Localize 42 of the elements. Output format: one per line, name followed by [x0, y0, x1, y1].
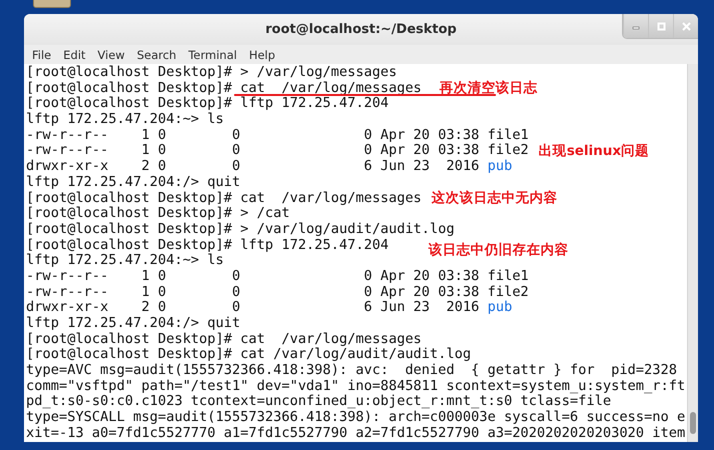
close-icon — [682, 22, 690, 30]
terminal-line: drwxr-xr-x 2 0 0 6 Jun 23 2016 pub — [26, 159, 512, 175]
terminal-line: lftp 172.25.47.204:/> quit — [26, 174, 240, 191]
menu-item[interactable]: Edit — [57, 48, 92, 62]
close-button[interactable] — [673, 14, 698, 38]
annotation-text: 该日志中仍旧存在内容 — [428, 242, 569, 258]
annotation-text: 出现selinux问题 — [538, 144, 650, 159]
minimize-button[interactable] — [623, 14, 648, 38]
menu-item[interactable]: File — [26, 48, 58, 62]
terminal-line: -rw-r--r-- 1 0 0 0 Apr 20 03:38 file2 — [26, 284, 529, 300]
terminal-line: comm="vsftpd" path="/test1" dev="vda1" ino=8845811 scontext=system_u:system_r:ft — [26, 378, 686, 394]
scrollbar-thumb[interactable] — [690, 412, 696, 434]
terminal-line: [root@localhost Desktop]# > /var/log/audit/audit.log — [26, 222, 455, 238]
terminal-line: type=AVC msg=audit(1555732366.418:398): avc: denied { getattr } for pid=2328 — [26, 363, 678, 379]
terminal-line: [root@localhost Desktop]# > /var/log/messages — [26, 65, 397, 81]
maximize-icon — [656, 22, 666, 30]
menu-item[interactable]: Terminal — [182, 48, 243, 62]
terminal-line: -rw-r--r-- 1 0 0 0 Apr 20 03:38 file1 — [26, 268, 529, 285]
terminal-line: [root@localhost Desktop]# cat /var/log/messages — [26, 80, 422, 96]
terminal-line: pd_t:s0-s0:c0.c1023 tcontext=unconfined_u:object_r:mnt_t:s0 tclass=file — [26, 394, 612, 410]
terminal-line: lftp 172.25.47.204:~> ls — [26, 253, 224, 269]
terminal-line: -rw-r--r-- 1 0 0 0 Apr 20 03:38 file1 — [26, 128, 529, 144]
terminal-line: [root@localhost Desktop]# lftp 172.25.47.204 — [26, 238, 389, 254]
terminal-line: [root@localhost Desktop]# > /cat — [26, 206, 290, 222]
menu-item[interactable]: Help — [242, 48, 282, 62]
terminal-line: [root@localhost Desktop]# cat /var/log/audit/audit.log — [26, 347, 471, 364]
menu-item[interactable]: View — [92, 48, 131, 62]
annotation-text: 这次该日志中无内容 — [432, 190, 558, 206]
terminal-line: xit=-13 a0=7fd1c5527770 a1=7fd1c5527790 a2=7fd1c5527790 a3=2020202020203020 item — [26, 426, 686, 442]
terminal-line: lftp 172.25.47.204:~> ls — [26, 112, 224, 128]
window-title: root@localhost:~/Desktop — [265, 22, 457, 37]
terminal-line: -rw-r--r-- 1 0 0 0 Apr 20 03:38 file2 — [26, 143, 529, 160]
terminal-line: lftp 172.25.47.204:/> quit — [26, 316, 240, 332]
scrollbar[interactable] — [687, 64, 698, 442]
menu-item[interactable]: Search — [130, 48, 182, 62]
terminal-line: type=SYSCALL msg=audit(1555732366.418:398): arch=c000003e syscall=6 success=no e — [26, 410, 686, 426]
terminal-line: [root@localhost Desktop]# cat /var/log/messages — [26, 190, 422, 206]
annotation-text: 再次清空该日志 — [440, 81, 538, 96]
terminal-line: drwxr-xr-x 2 0 0 6 Jun 23 2016 pub — [26, 300, 512, 316]
terminal-line: [root@localhost Desktop]# cat /var/log/messages — [26, 332, 422, 348]
terminal-line: [root@localhost Desktop]# lftp 172.25.47.204 — [26, 96, 389, 112]
maximize-button[interactable] — [648, 14, 673, 38]
